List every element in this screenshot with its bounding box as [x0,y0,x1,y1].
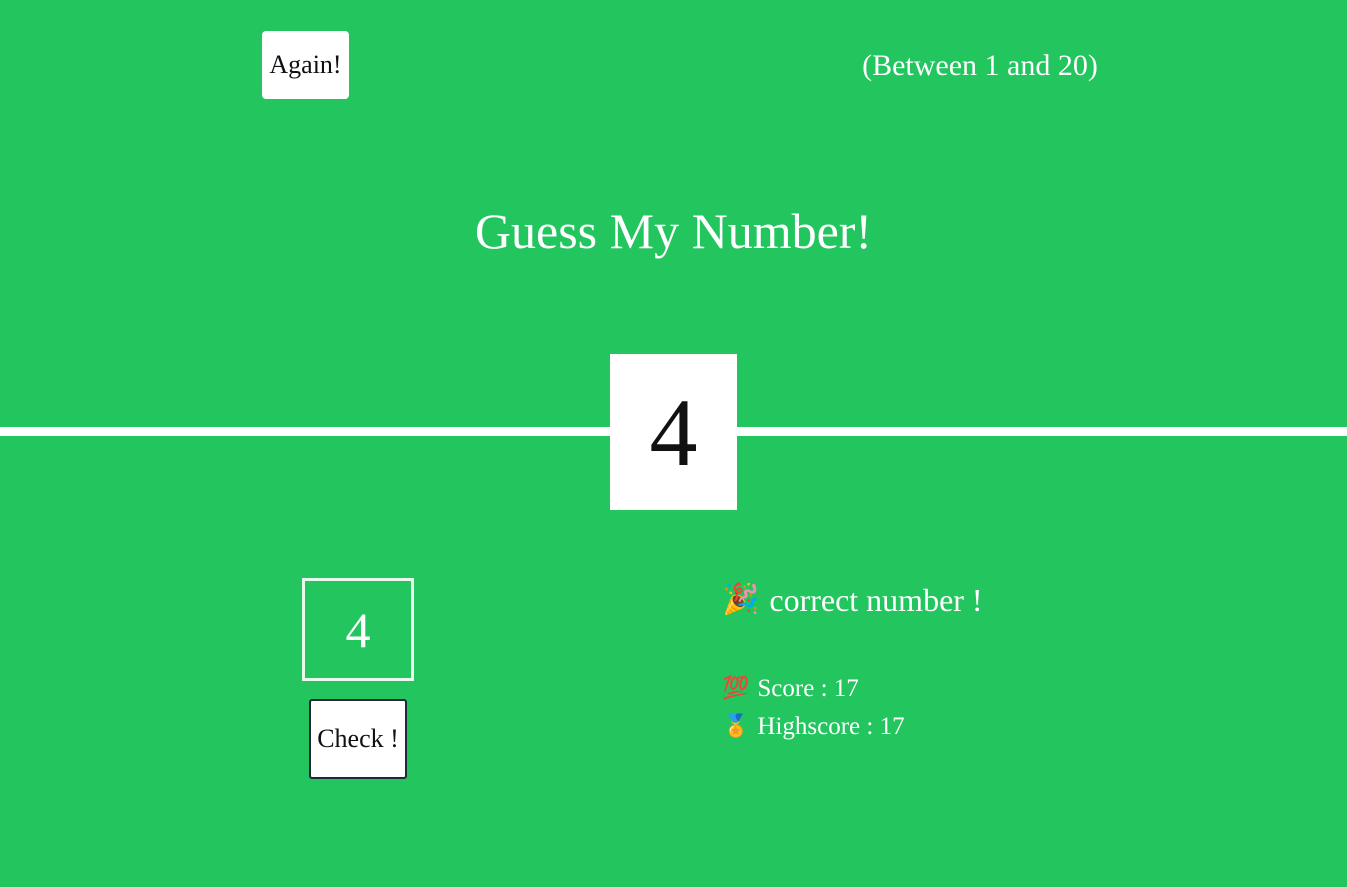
range-hint: (Between 1 and 20) [862,49,1098,82]
highscore-row: 🏅 Highscore : 17 [722,709,1142,745]
score-row: 💯 Score : 17 [722,671,1142,707]
highscore-value: 17 [879,713,905,740]
score-label: Score : [757,675,828,702]
hundred-points-icon: 💯 [722,676,750,701]
secret-number-box: 4 [610,354,737,510]
medal-icon: 🏅 [722,714,750,739]
status-message: 🎉 correct number ! [722,578,1142,622]
guess-input[interactable] [302,578,414,681]
page-title: Guess My Number! [474,203,873,259]
score-value: 17 [833,675,859,702]
party-popper-icon: 🎉 [722,582,760,617]
check-button[interactable]: Check ! [309,699,407,779]
highscore-label: Highscore : [757,713,874,740]
again-button[interactable]: Again! [262,31,349,99]
message-text: correct number ! [769,582,983,618]
secret-number: 4 [649,378,698,486]
